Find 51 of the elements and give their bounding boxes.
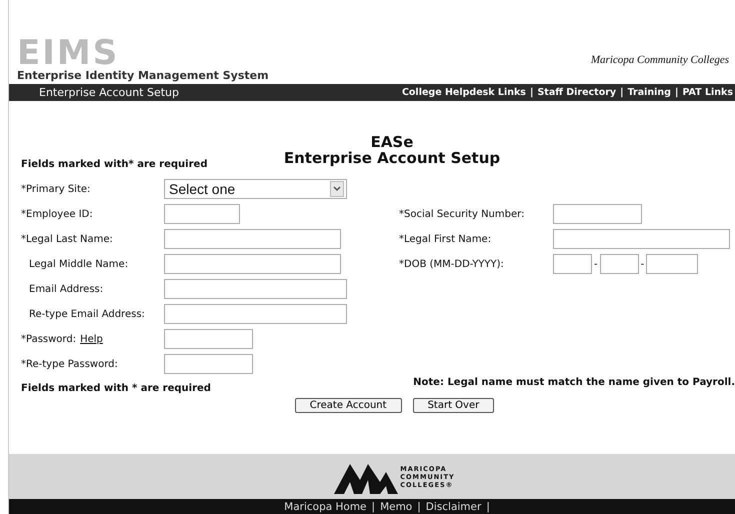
input-field[interactable] <box>646 254 698 274</box>
footer-link[interactable]: Memo <box>380 500 412 512</box>
field-label: *DOB (MM-DD-YYYY): <box>399 258 505 270</box>
nav-title: Enterprise Account Setup <box>39 86 180 99</box>
field-label: *Social Security Number: <box>399 208 526 220</box>
separator: | <box>620 87 624 98</box>
form-button[interactable]: Start Over <box>412 398 494 413</box>
separator: | <box>530 87 534 98</box>
input-field[interactable] <box>164 304 347 324</box>
footer-link[interactable]: Maricopa Home <box>284 500 367 512</box>
page-subtitle: Enterprise Account Setup <box>284 150 500 166</box>
field-label: Legal Middle Name: <box>28 258 128 270</box>
field-label: *Employee ID: <box>21 208 93 220</box>
separator: | <box>417 500 421 512</box>
logo: EIMS <box>17 38 120 68</box>
footer-link[interactable]: Disclaimer <box>426 500 482 512</box>
help-link[interactable]: Help <box>80 334 103 344</box>
primary-site-dropdown[interactable]: Select one <box>164 179 347 199</box>
input-field[interactable] <box>164 229 341 249</box>
college-name: Maricopa Community Colleges <box>590 54 729 66</box>
payroll-note: Note: Legal name must match the name given to Payroll. <box>413 377 735 388</box>
chevron-down-icon <box>330 181 344 197</box>
input-field[interactable] <box>553 254 592 274</box>
input-field[interactable] <box>164 279 347 299</box>
page-title: EASe <box>370 134 414 150</box>
required-note: Fields marked with * are required <box>20 383 211 394</box>
nav-link[interactable]: Training <box>628 87 671 98</box>
input-field[interactable] <box>164 329 253 349</box>
field-label: Re-type Email Address: <box>28 308 145 320</box>
field-label: *Primary Site: <box>21 184 90 194</box>
field-label: *Legal First Name: <box>399 234 492 244</box>
input-field[interactable] <box>164 354 253 374</box>
nav-link[interactable]: Staff Directory <box>537 87 616 98</box>
input-field[interactable] <box>553 229 730 249</box>
field-label: Email Address: <box>28 284 104 294</box>
separator: | <box>674 87 678 98</box>
input-field[interactable] <box>553 204 642 224</box>
separator: | <box>486 500 490 512</box>
field-label: *Legal Last Name: <box>21 234 113 244</box>
nav-link[interactable]: College Helpdesk Links <box>402 87 526 98</box>
date-separator: - <box>594 258 598 270</box>
input-field[interactable] <box>600 254 639 274</box>
form-button[interactable]: Create Account <box>294 398 402 413</box>
nav-link[interactable]: PAT Links <box>682 87 733 98</box>
field-label: *Password: <box>21 334 76 344</box>
input-field[interactable] <box>164 204 240 224</box>
logo-subtitle: Enterprise Identity Management System <box>17 69 269 82</box>
date-separator: - <box>640 258 644 270</box>
field-label: *Re-type Password: <box>21 358 118 370</box>
input-field[interactable] <box>164 254 341 274</box>
separator: | <box>372 500 376 512</box>
